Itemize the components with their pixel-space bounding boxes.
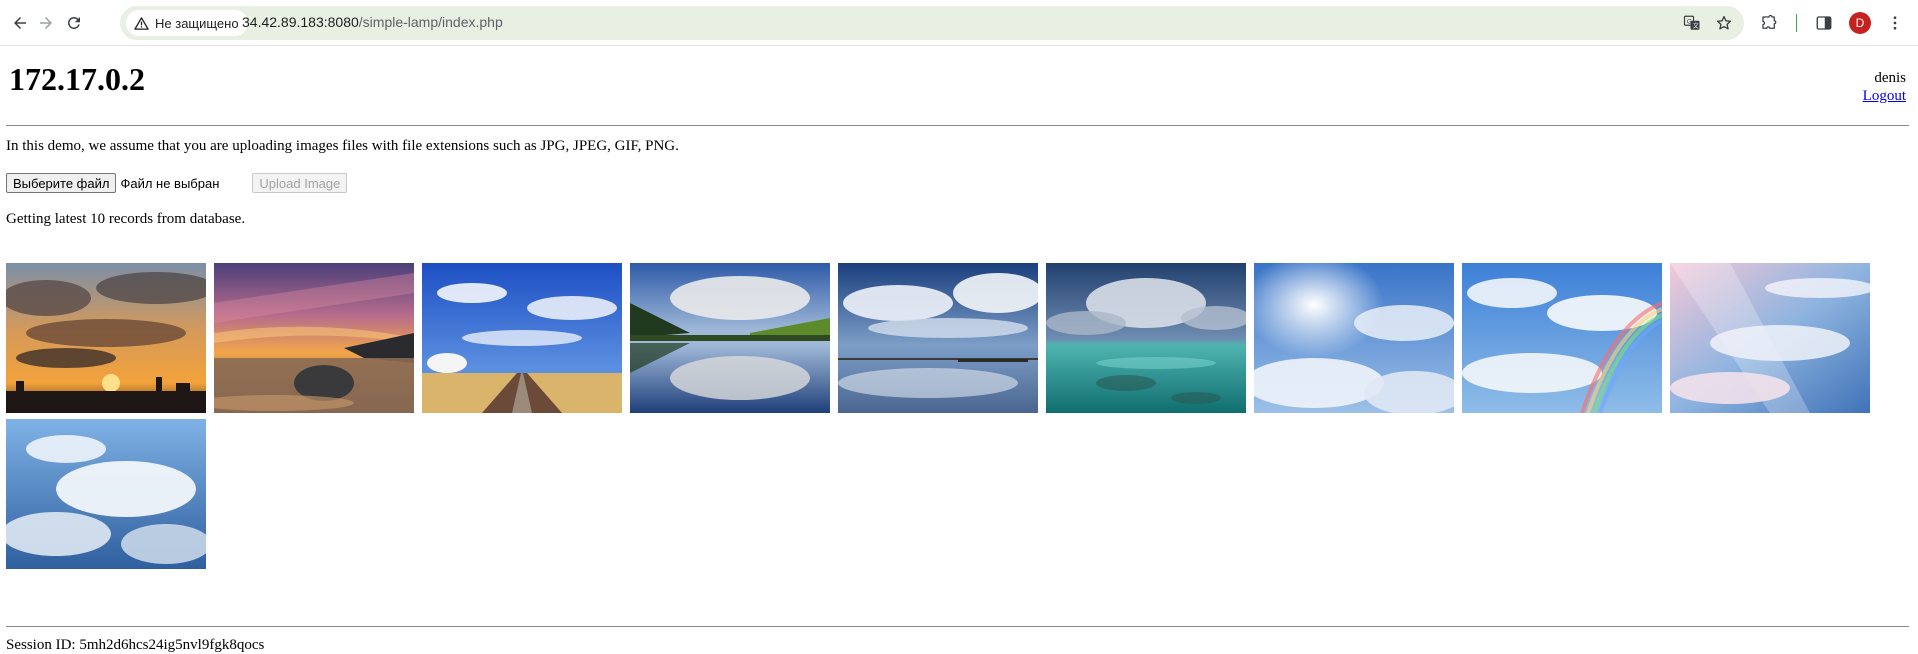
gallery-image-6[interactable] [1046,263,1246,413]
divider-bottom [6,626,1909,627]
side-panel-icon [1816,16,1832,30]
gallery-image-1[interactable] [6,263,206,413]
logout-link[interactable]: Logout [1863,87,1906,105]
translate-button[interactable]: G文 [1682,13,1702,33]
records-note: Getting latest 10 records from database. [6,211,246,227]
browser-toolbar: Не защищено 34.42.89.183:8080/simple-lam… [0,0,1918,46]
username: denis [1874,70,1906,86]
file-status: Файл не выбран [120,175,220,191]
reload-button[interactable] [60,9,88,37]
toolbar-separator [1796,14,1797,32]
session-id: Session ID: 5mh2d6hcs24ig5nvl9fgk8qocs [6,637,265,653]
forward-button[interactable] [32,9,60,37]
extensions-icon [1762,14,1777,29]
intro-text: In this demo, we assume that you are upl… [6,138,679,154]
side-panel-button[interactable] [1813,12,1835,34]
svg-text:文: 文 [1693,22,1699,30]
bookmark-star-button[interactable] [1714,13,1734,33]
gallery-image-5[interactable] [838,263,1038,413]
back-button[interactable] [6,9,34,37]
forward-icon [40,17,52,29]
gallery-image-3[interactable] [422,263,622,413]
gallery-image-4[interactable] [630,263,830,413]
gallery-image-10[interactable] [6,419,206,569]
profile-avatar[interactable]: D [1849,12,1871,34]
gallery-image-2[interactable] [214,263,414,413]
translate-icon: G文 [1683,15,1700,30]
upload-image-button[interactable]: Upload Image [252,173,348,193]
kebab-menu-icon [1893,16,1897,30]
extensions-button[interactable] [1758,12,1780,34]
upload-form: Выберите файл Файл не выбран Upload Imag… [6,173,348,193]
star-icon [1716,15,1732,30]
back-icon [14,17,26,29]
reload-icon [67,16,80,29]
security-chip[interactable]: Не защищено [126,10,248,36]
gallery-image-9[interactable] [1670,263,1870,413]
gallery-image-7[interactable] [1254,263,1454,413]
warning-icon [134,16,149,30]
choose-file-button[interactable]: Выберите файл [6,173,117,193]
address-bar[interactable]: Не защищено 34.42.89.183:8080/simple-lam… [120,6,1744,40]
url-host: 34.42.89.183:8080 [242,14,359,30]
host-ip-heading: 172.17.0.2 [9,61,145,97]
divider [6,125,1909,126]
gallery-image-8[interactable] [1462,263,1662,413]
user-box: denis Logout [1863,69,1906,105]
url-path: /simple-lamp/index.php [358,14,503,30]
url-text[interactable]: 34.42.89.183:8080/simple-lamp/index.php [242,14,503,30]
page-content: 172.17.0.2 denis Logout In this demo, we… [0,47,1918,653]
menu-button[interactable] [1884,12,1906,34]
security-label: Не защищено [155,15,239,31]
